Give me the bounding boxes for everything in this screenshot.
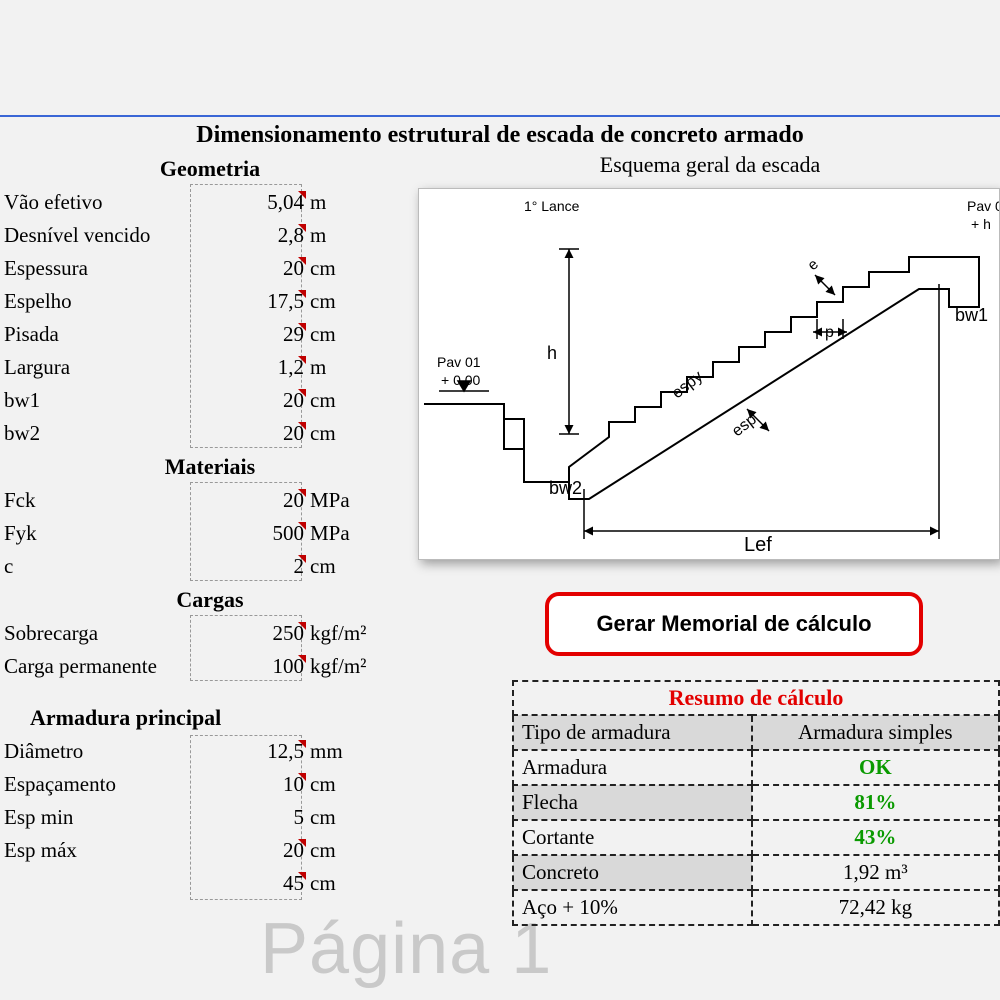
label: Fyk bbox=[4, 521, 184, 546]
svg-text:1° Lance: 1° Lance bbox=[524, 198, 580, 214]
unit: kgf/m² bbox=[306, 654, 390, 679]
section-head-armadura: Armadura principal bbox=[0, 705, 420, 731]
input-value[interactable]: 1,2 bbox=[184, 355, 306, 380]
label: Fck bbox=[4, 488, 184, 513]
label: Esp min bbox=[4, 805, 184, 830]
result-value: 43% bbox=[752, 820, 999, 855]
input-value[interactable]: 5,04 bbox=[184, 190, 306, 215]
unit: cm bbox=[306, 838, 390, 863]
unit: m bbox=[306, 355, 390, 380]
unit: m bbox=[306, 223, 390, 248]
results-col-0: Tipo de armadura bbox=[513, 715, 752, 750]
input-value[interactable]: 29 bbox=[184, 322, 306, 347]
results-col-1: Armadura simples bbox=[752, 715, 999, 750]
input-value[interactable]: 20 bbox=[184, 388, 306, 413]
label: Sobrecarga bbox=[4, 621, 184, 646]
svg-text:espy: espy bbox=[669, 368, 706, 402]
results-table: Resumo de cálculo Tipo de armadura Armad… bbox=[512, 680, 1000, 926]
result-label: Flecha bbox=[513, 785, 752, 820]
label: Carga permanente bbox=[4, 654, 184, 679]
svg-text:bw2: bw2 bbox=[549, 478, 582, 498]
input-value[interactable]: 250 bbox=[184, 621, 306, 646]
result-label: Aço + 10% bbox=[513, 890, 752, 925]
label: Espaçamento bbox=[4, 772, 184, 797]
page-watermark: Página 1 bbox=[260, 908, 552, 990]
result-value: 72,42 kg bbox=[752, 890, 999, 925]
svg-text:h: h bbox=[547, 343, 557, 363]
input-value[interactable]: 2,8 bbox=[184, 223, 306, 248]
result-value: OK bbox=[752, 750, 999, 785]
input-value[interactable]: 100 bbox=[184, 654, 306, 679]
label: Pisada bbox=[4, 322, 184, 347]
unit: cm bbox=[306, 554, 390, 579]
svg-text:Pav 01: Pav 01 bbox=[437, 354, 481, 370]
generate-report-label: Gerar Memorial de cálculo bbox=[596, 611, 871, 637]
label: Espelho bbox=[4, 289, 184, 314]
label: Espessura bbox=[4, 256, 184, 281]
generate-report-button[interactable]: Gerar Memorial de cálculo bbox=[545, 592, 923, 656]
label: Diâmetro bbox=[4, 739, 184, 764]
results-title: Resumo de cálculo bbox=[513, 681, 999, 715]
input-value[interactable]: 12,5 bbox=[184, 739, 306, 764]
section-head-cargas: Cargas bbox=[0, 587, 420, 613]
unit: m bbox=[306, 190, 390, 215]
result-label: Concreto bbox=[513, 855, 752, 890]
input-value[interactable]: 20 bbox=[184, 256, 306, 281]
unit: cm bbox=[306, 871, 390, 896]
unit: mm bbox=[306, 739, 390, 764]
section-head-geometria: Geometria bbox=[0, 156, 420, 182]
unit: cm bbox=[306, 256, 390, 281]
svg-text:Pav 0: Pav 0 bbox=[967, 198, 999, 214]
unit: cm bbox=[306, 388, 390, 413]
input-value[interactable]: 17,5 bbox=[184, 289, 306, 314]
svg-text:+ h: + h bbox=[971, 216, 991, 232]
diagram-title: Esquema geral da escada bbox=[420, 152, 1000, 178]
input-value[interactable]: 2 bbox=[184, 554, 306, 579]
result-value: 1,92 m³ bbox=[752, 855, 999, 890]
input-value[interactable]: 20 bbox=[184, 488, 306, 513]
label: Desnível vencido bbox=[4, 223, 184, 248]
svg-text:e: e bbox=[804, 256, 822, 274]
svg-text:p: p bbox=[825, 324, 834, 341]
unit: cm bbox=[306, 289, 390, 314]
result-value: 81% bbox=[752, 785, 999, 820]
result-label: Armadura bbox=[513, 750, 752, 785]
label: bw1 bbox=[4, 388, 184, 413]
horizontal-rule bbox=[0, 115, 1000, 117]
label: Largura bbox=[4, 355, 184, 380]
unit: MPa bbox=[306, 488, 390, 513]
unit: kgf/m² bbox=[306, 621, 390, 646]
label: c bbox=[4, 554, 184, 579]
input-value[interactable]: 500 bbox=[184, 521, 306, 546]
label: Esp máx bbox=[4, 838, 184, 863]
unit: cm bbox=[306, 805, 390, 830]
svg-text:bw1: bw1 bbox=[955, 305, 988, 325]
label: bw2 bbox=[4, 421, 184, 446]
svg-text:Lef: Lef bbox=[744, 534, 772, 556]
input-value[interactable]: 20 bbox=[184, 421, 306, 446]
page-title: Dimensionamento estrutural de escada de … bbox=[0, 122, 1000, 149]
section-head-materiais: Materiais bbox=[0, 454, 420, 480]
unit: cm bbox=[306, 772, 390, 797]
svg-text:+ 0.00: + 0.00 bbox=[441, 372, 481, 388]
unit: cm bbox=[306, 421, 390, 446]
result-label: Cortante bbox=[513, 820, 752, 855]
svg-text:esp: esp bbox=[729, 411, 760, 440]
input-value[interactable]: 5 bbox=[184, 805, 306, 830]
unit: MPa bbox=[306, 521, 390, 546]
input-value[interactable]: 10 bbox=[184, 772, 306, 797]
unit: cm bbox=[306, 322, 390, 347]
input-value[interactable]: 45 bbox=[184, 871, 306, 896]
stair-diagram: 1° Lance Pav 01 + 0.00 Pav 0 + h bw1 bw2… bbox=[418, 188, 1000, 560]
label: Vão efetivo bbox=[4, 190, 184, 215]
input-value[interactable]: 20 bbox=[184, 838, 306, 863]
